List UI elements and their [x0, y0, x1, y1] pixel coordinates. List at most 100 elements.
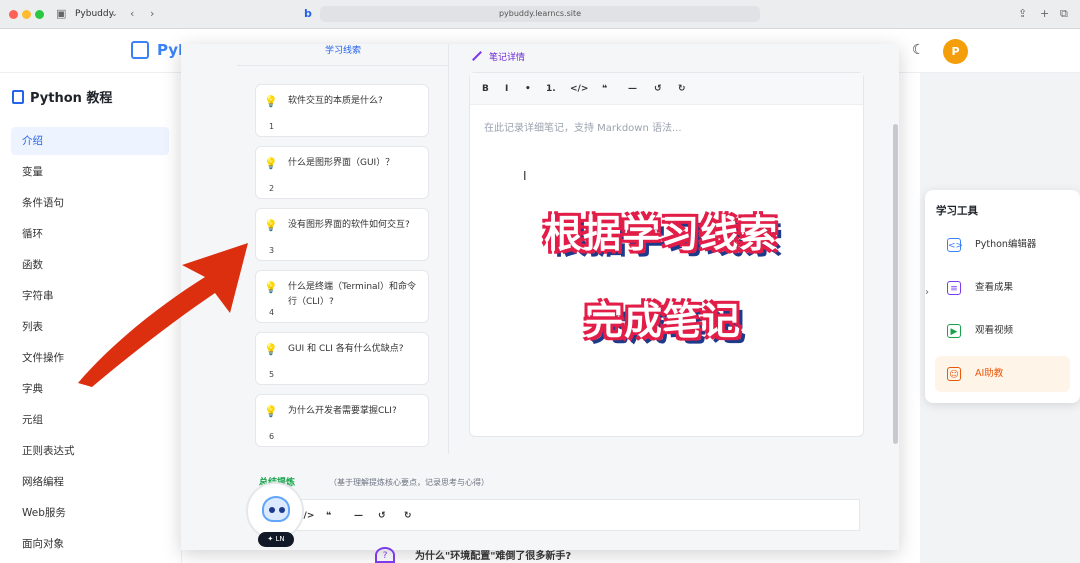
share-icon[interactable]: ⇪ — [1018, 7, 1027, 20]
tab-group-title[interactable]: Pybuddy — [75, 9, 114, 19]
sidebar-item[interactable]: 正则表达式 — [11, 437, 169, 465]
site-favicon-icon: b — [304, 7, 312, 20]
clues-title: 学习线索 — [237, 44, 449, 66]
browser-toolbar: ▣ Pybuddy ⌄ ‹ › b pybuddy.learncs.site ⇪… — [0, 0, 1080, 29]
avatar[interactable]: P — [943, 39, 968, 64]
sidebar-title-text: Python 教程 — [30, 91, 113, 106]
clue-question: 没有图形界面的软件如何交互? — [288, 220, 410, 230]
format-button[interactable]: B — [482, 73, 489, 105]
format-button[interactable]: ❝ — [602, 73, 607, 105]
url-text: pybuddy.learncs.site — [498, 9, 582, 18]
tool-item[interactable]: <> Python编辑器 — [935, 227, 1070, 263]
clue-number: 6 — [269, 432, 275, 441]
caption-line-2: 完成笔记 — [585, 299, 742, 343]
mascot-badge[interactable]: ✦ LN — [258, 532, 294, 547]
chevron-down-icon[interactable]: ⌄ — [111, 9, 118, 18]
new-tab-icon[interactable]: + — [1040, 7, 1049, 20]
tab-overview-icon[interactable]: ⧉ — [1060, 7, 1068, 21]
notes-placeholder[interactable]: 在此记录详细笔记，支持 Markdown 语法... — [484, 119, 682, 134]
clue-question: 为什么开发者需要掌握CLI? — [288, 406, 397, 416]
clue-card[interactable]: 💡 没有图形界面的软件如何交互? 3 — [255, 208, 429, 261]
format-button[interactable]: ↺ — [654, 73, 662, 105]
tool-label: Python编辑器 — [975, 239, 1037, 250]
format-button[interactable]: </> — [570, 73, 588, 105]
format-button[interactable]: 1. — [546, 73, 556, 105]
clue-number: 4 — [269, 308, 275, 317]
tool-label: 观看视频 — [975, 325, 1014, 336]
clue-number: 2 — [269, 184, 275, 193]
close-window-button[interactable] — [9, 10, 18, 19]
robot-mascot-icon — [262, 496, 290, 522]
clue-card[interactable]: 💡 什么是图形界面（GUI）？ 2 — [255, 146, 429, 199]
notes-toolbar: B I • 1. </> ❝ — ↺ ↻ — [470, 73, 863, 105]
sidebar-toggle-icon[interactable]: ▣ — [56, 7, 66, 20]
tool-item[interactable]: ≡ 查看成果 — [935, 270, 1070, 306]
forward-icon[interactable]: › — [150, 7, 154, 20]
lightbulb-icon: 💡 — [264, 95, 278, 108]
clue-card[interactable]: 💡 GUI 和 CLI 各有什么优缺点? 5 — [255, 332, 429, 385]
zoom-window-button[interactable] — [35, 10, 44, 19]
learning-tools-panel: 学习工具 <> Python编辑器 ≡ 查看成果 ▶ 观看视频 ☺ AI助教 — [925, 190, 1080, 403]
document-icon: ≡ — [947, 281, 961, 295]
back-icon[interactable]: ‹ — [130, 7, 134, 20]
clue-card[interactable]: 💡 为什么开发者需要掌握CLI? 6 — [255, 394, 429, 447]
format-button[interactable]: I — [505, 73, 508, 105]
sidebar-item[interactable]: 变量 — [11, 158, 169, 186]
summary-section: 总结提炼 （基于理解提炼核心要点，记录思考与心得） •1.</>❝—↺↻ — [237, 459, 877, 550]
tool-label: 查看成果 — [975, 282, 1014, 293]
tool-label: AI助教 — [975, 368, 1004, 379]
sidebar-item[interactable]: 面向对象 — [11, 530, 169, 558]
clue-number: 3 — [269, 246, 275, 255]
red-arrow-annotation — [78, 243, 248, 387]
lightbulb-icon: 💡 — [264, 343, 278, 356]
tool-item[interactable]: ▶ 观看视频 — [935, 313, 1070, 349]
tool-item[interactable]: ☺ AI助教 — [935, 356, 1070, 392]
notes-modal: 学习线索 💡 软件交互的本质是什么? 1 💡 什么是图形界面（GUI）？ 2 💡 没有图形界面… — [181, 44, 899, 550]
lightbulb-icon: 💡 — [264, 281, 278, 294]
clue-question: 什么是图形界面（GUI）？ — [288, 158, 395, 168]
format-button[interactable]: ↻ — [404, 500, 412, 532]
caption-line-1: 根据学习线索 — [544, 212, 779, 256]
lightbulb-icon: 💡 — [264, 157, 278, 170]
tools-title: 学习工具 — [936, 205, 978, 217]
address-bar[interactable]: pybuddy.learncs.site — [320, 6, 760, 22]
play-icon: ▶ — [947, 324, 961, 338]
sidebar-item[interactable]: 元组 — [11, 406, 169, 434]
clue-card[interactable]: 💡 什么是终端（Terminal）和命令行（CLI）? 4 — [255, 270, 429, 323]
format-button[interactable]: ❝ — [326, 500, 331, 532]
lightbulb-icon: 💡 — [264, 219, 278, 232]
clue-question: 软件交互的本质是什么? — [288, 96, 383, 106]
question-icon: ? — [375, 547, 395, 563]
peek-question-text: 为什么"环境配置"难倒了很多新手? — [415, 551, 572, 562]
moon-icon[interactable]: ☾ — [912, 42, 925, 58]
lightbulb-icon: 💡 — [264, 405, 278, 418]
clue-question: GUI 和 CLI 各有什么优缺点? — [288, 344, 404, 354]
robot-icon: ☺ — [947, 367, 961, 381]
format-button[interactable]: • — [525, 73, 531, 105]
notes-title: 笔记详情 — [471, 50, 525, 63]
format-button[interactable]: — — [628, 73, 637, 105]
clue-number: 1 — [269, 122, 275, 131]
clue-card[interactable]: 💡 软件交互的本质是什么? 1 — [255, 84, 429, 137]
clues-panel: 学习线索 💡 软件交互的本质是什么? 1 💡 什么是图形界面（GUI）？ 2 💡 没有图形界面… — [237, 44, 506, 454]
summary-toolbar: •1.</>❝—↺↻ — [252, 499, 860, 532]
sidebar-item[interactable]: 网络编程 — [11, 468, 169, 496]
book-icon — [12, 90, 24, 104]
sidebar-item[interactable]: 介绍 — [11, 127, 169, 155]
modal-scrollbar[interactable] — [893, 124, 898, 444]
chip-logo-icon — [131, 41, 149, 59]
format-button[interactable]: — — [354, 500, 363, 532]
sidebar-item[interactable]: 条件语句 — [11, 189, 169, 217]
summary-hint: （基于理解提炼核心要点，记录思考与心得） — [329, 478, 489, 487]
code-icon: <> — [947, 238, 963, 252]
format-button[interactable]: ↺ — [378, 500, 386, 532]
clue-number: 5 — [269, 370, 275, 379]
text-cursor-icon: I — [523, 169, 527, 183]
format-button[interactable]: ↻ — [678, 73, 686, 105]
minimize-window-button[interactable] — [22, 10, 31, 19]
notes-title-text: 笔记详情 — [489, 53, 526, 63]
panel-collapse-icon[interactable]: › — [925, 287, 939, 305]
clue-question: 什么是终端（Terminal）和命令行（CLI）? — [288, 282, 417, 307]
pen-icon — [472, 51, 482, 61]
sidebar-item[interactable]: Web服务 — [11, 499, 169, 527]
